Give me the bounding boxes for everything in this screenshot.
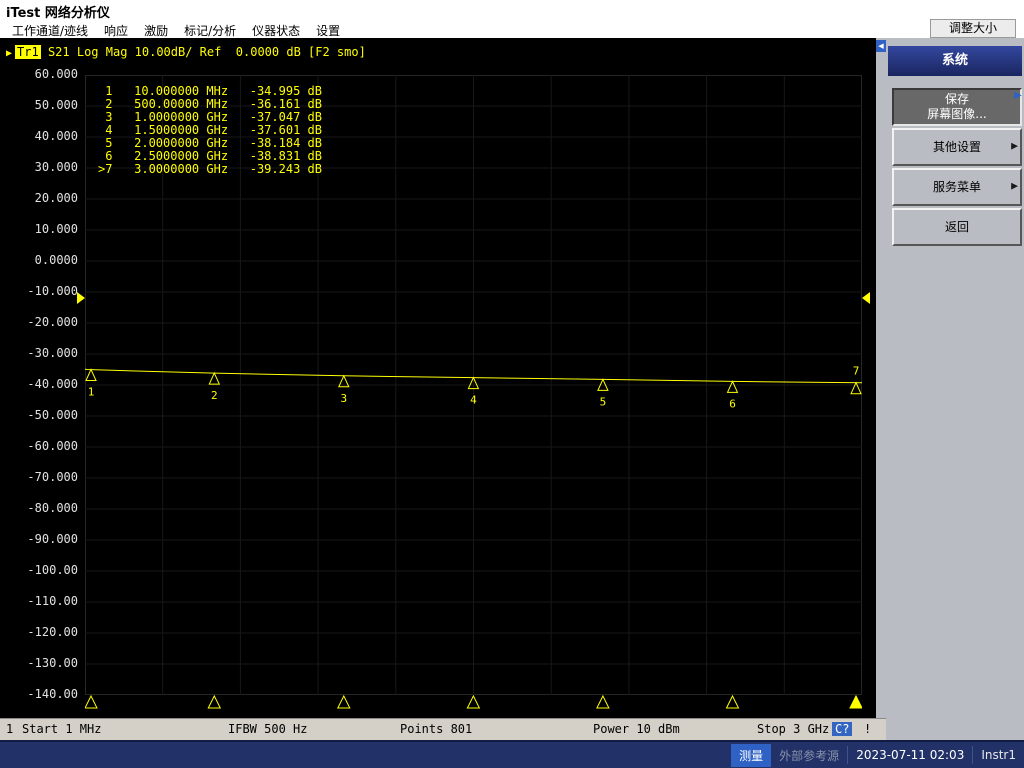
reference-level-arrow-left-icon — [77, 292, 85, 304]
channel-number: 1 — [6, 722, 13, 736]
reference-level-arrow-right-icon — [862, 292, 870, 304]
marker-table: 1 10.000000 MHz -34.995 dB 2 500.00000 M… — [98, 85, 322, 176]
warning-indicator: ! — [864, 722, 871, 736]
y-axis-tick: -30.000 — [4, 346, 78, 361]
top-bar: iTest 网络分析仪 工作通道/迹线响应激励标记/分析仪器状态设置 调整大小 — [0, 0, 1024, 38]
submenu-arrow-icon: ▶ — [1011, 140, 1018, 155]
y-axis-tick: 20.000 — [4, 191, 78, 206]
softkey-sidebar: 系统 保存屏幕图像... 其他设置 ▶ 服务菜单 ▶ 返回 ▶ — [886, 38, 1024, 740]
active-item-indicator-icon: ▶ — [1014, 90, 1022, 101]
y-axis-tick: -140.00 — [4, 687, 78, 702]
y-axis-tick: -90.000 — [4, 532, 78, 547]
sidebar-header-system: 系统 — [888, 46, 1022, 76]
sidebar-button-label: 屏幕图像... — [927, 107, 986, 122]
svg-text:7: 7 — [853, 365, 860, 378]
bottom-taskbar: 测量 外部参考源 2023-07-11 02:03 Instr1 — [0, 740, 1024, 768]
taskbar-right-cluster: 测量 外部参考源 2023-07-11 02:03 Instr1 — [731, 742, 1018, 768]
sidebar-button-label: 服务菜单 — [933, 180, 981, 195]
y-axis-tick: -110.00 — [4, 594, 78, 609]
ifbw-value: IFBW 500 Hz — [228, 722, 307, 736]
app-title: iTest 网络分析仪 — [6, 2, 110, 21]
y-axis-tick: 0.0000 — [4, 253, 78, 268]
external-reference-indicator: 外部参考源 — [779, 747, 839, 764]
submenu-arrow-icon: ▶ — [1011, 180, 1018, 195]
svg-text:1: 1 — [88, 386, 95, 399]
y-axis-tick: -40.000 — [4, 377, 78, 392]
instrument-name: Instr1 — [981, 748, 1018, 762]
y-axis-tick: 40.000 — [4, 129, 78, 144]
datetime-display: 2023-07-11 02:03 — [847, 746, 973, 764]
y-axis-tick: -20.000 — [4, 315, 78, 330]
sidebar-button-label: 返回 — [945, 220, 969, 235]
sidebar-button-label: 其他设置 — [933, 140, 981, 155]
y-axis-tick: 30.000 — [4, 160, 78, 175]
points-value: Points 801 — [400, 722, 472, 736]
measure-mode-button[interactable]: 测量 — [731, 744, 771, 767]
y-axis-tick: 60.000 — [4, 67, 78, 82]
panel-edge-strip: ◀ — [876, 38, 886, 718]
sidebar-button[interactable]: 保存屏幕图像... — [892, 88, 1022, 126]
y-axis-tick: 10.000 — [4, 222, 78, 237]
trace-name-badge[interactable]: Tr1 — [15, 45, 41, 59]
svg-text:3: 3 — [340, 392, 347, 405]
chart-area: ▶Tr1 S21 Log Mag 10.00dB/ Ref 0.0000 dB … — [0, 38, 876, 718]
trace-status-bar: ▶Tr1 S21 Log Mag 10.00dB/ Ref 0.0000 dB … — [6, 45, 366, 61]
power-value: Power 10 dBm — [593, 722, 680, 736]
y-axis-tick: 50.000 — [4, 98, 78, 113]
svg-text:5: 5 — [600, 395, 607, 408]
start-frequency: Start 1 MHz — [22, 722, 101, 736]
network-analyzer-app: iTest 网络分析仪 工作通道/迹线响应激励标记/分析仪器状态设置 调整大小 … — [0, 0, 1024, 768]
svg-text:4: 4 — [470, 394, 477, 407]
sidebar-button-label: 保存 — [945, 92, 969, 107]
trace-settings-text: S21 Log Mag 10.00dB/ Ref 0.0000 dB [F2 s… — [41, 45, 366, 59]
panel-toggle-icon[interactable]: ◀ — [876, 40, 886, 52]
resize-button[interactable]: 调整大小 — [930, 19, 1016, 38]
y-axis-tick: -70.000 — [4, 470, 78, 485]
y-axis-tick: -10.000 — [4, 284, 78, 299]
y-axis-tick: -50.000 — [4, 408, 78, 423]
sidebar-button[interactable]: 服务菜单 ▶ — [892, 168, 1022, 206]
sweep-status-bar: 1 Start 1 MHz IFBW 500 Hz Points 801 Pow… — [0, 718, 886, 741]
svg-text:2: 2 — [211, 389, 218, 402]
y-axis-tick: -60.000 — [4, 439, 78, 454]
marker-readout-row: >7 3.0000000 GHz -39.243 dB — [98, 163, 322, 176]
sidebar-button[interactable]: 其他设置 ▶ — [892, 128, 1022, 166]
active-trace-arrow-icon: ▶ — [6, 48, 12, 59]
y-axis-tick: -100.00 — [4, 563, 78, 578]
y-axis-tick: -120.00 — [4, 625, 78, 640]
calibration-badge: C? — [832, 722, 852, 736]
svg-text:6: 6 — [729, 397, 736, 410]
y-axis-tick: -80.000 — [4, 501, 78, 516]
sidebar-button[interactable]: 返回 — [892, 208, 1022, 246]
y-axis-tick: -130.00 — [4, 656, 78, 671]
stop-frequency: Stop 3 GHz — [757, 722, 829, 736]
